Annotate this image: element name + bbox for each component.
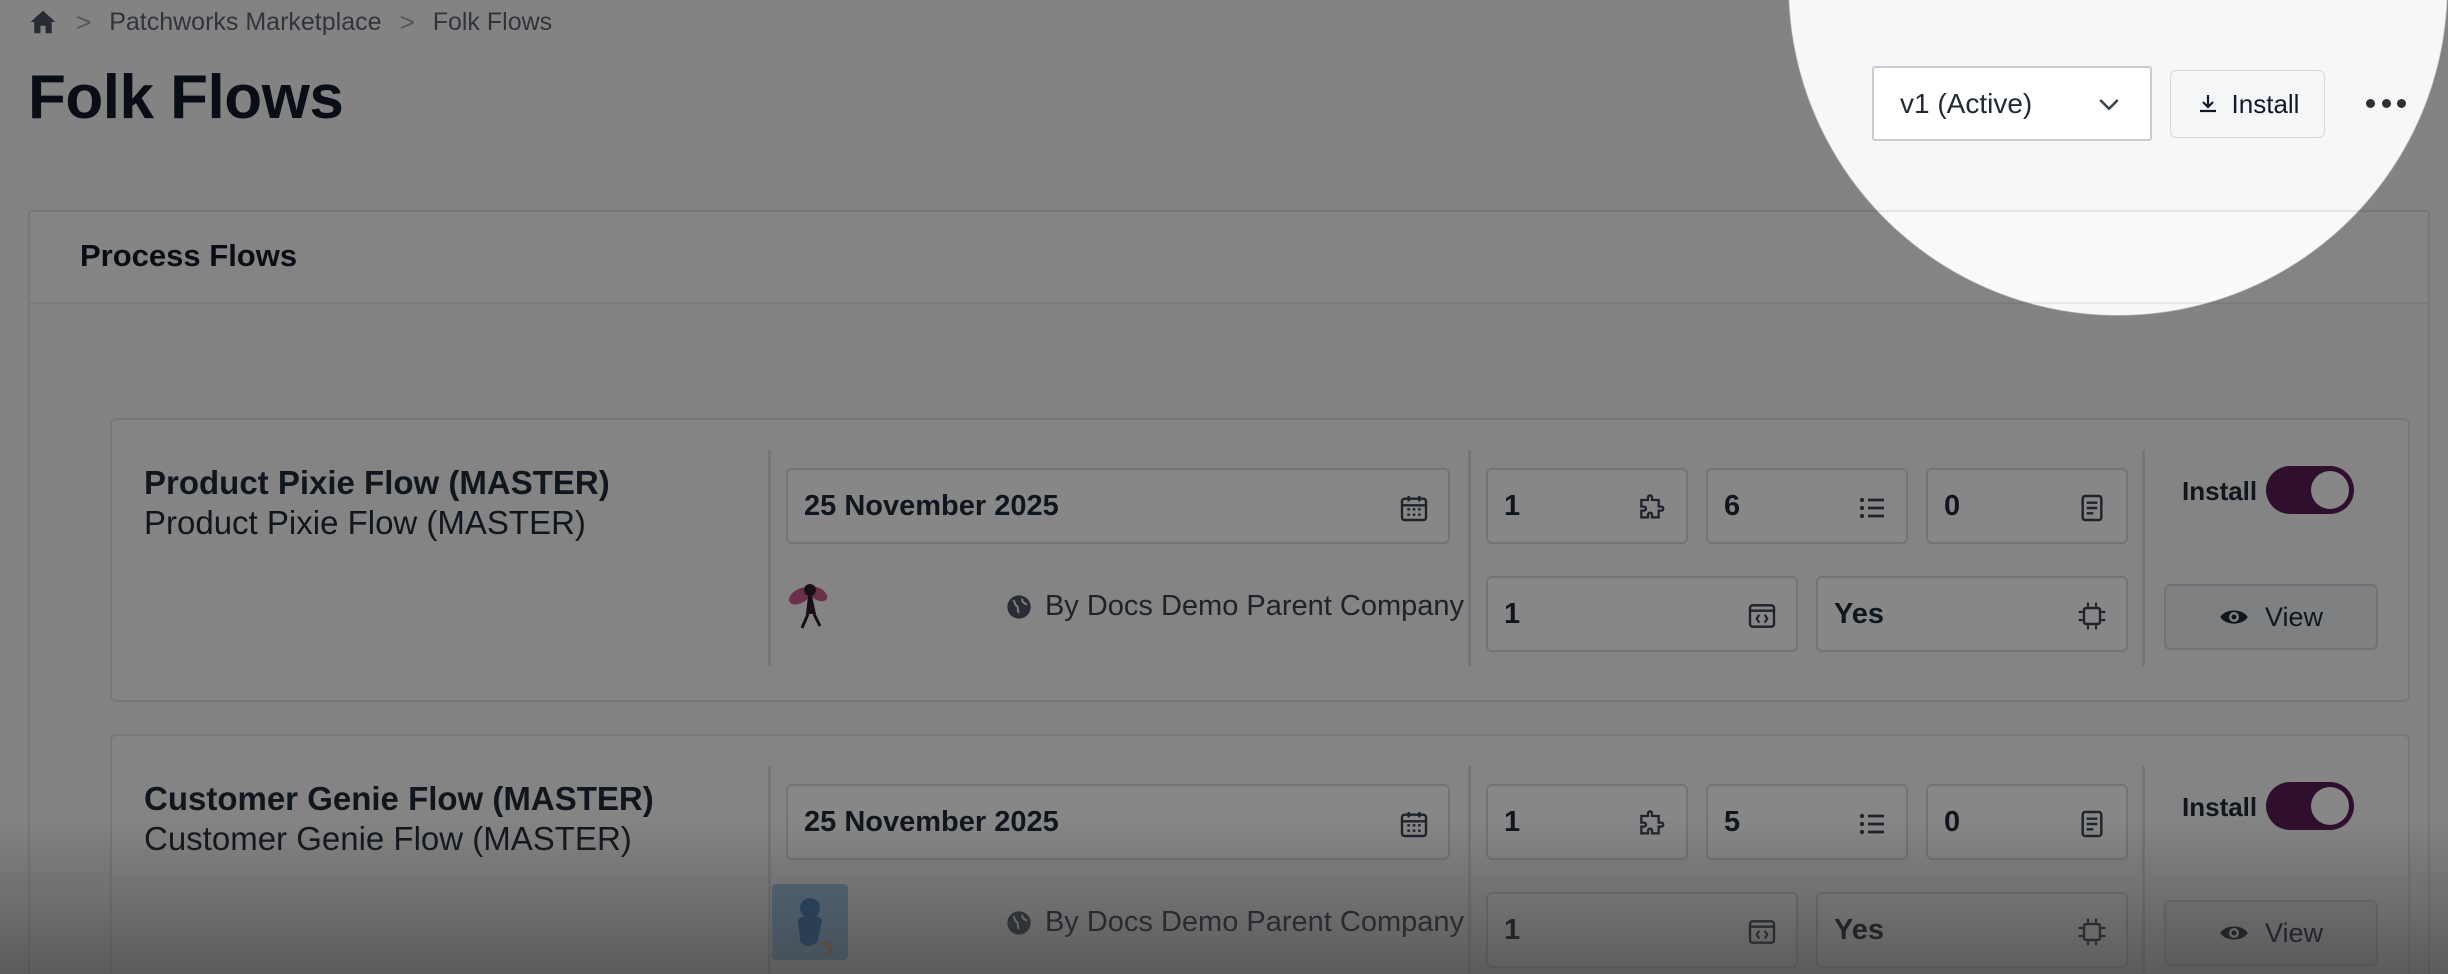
install-toggle[interactable]: [2266, 782, 2354, 830]
flow-subtitle: Customer Genie Flow (MASTER): [144, 820, 632, 857]
cache-stat: Yes: [1816, 576, 2128, 652]
cache-value: Yes: [1834, 597, 1884, 630]
version-select-value: v1 (Active): [1900, 87, 2033, 119]
byline: By Docs Demo Parent Company: [1005, 906, 1464, 939]
divider: [2142, 766, 2145, 974]
home-icon[interactable]: [28, 7, 58, 37]
document-icon: [2076, 808, 2108, 840]
steps-stat: 6: [1706, 468, 1908, 544]
breadcrumb-item-current: Folk Flows: [432, 7, 553, 36]
globe-icon: [1007, 910, 1031, 935]
flow-date: 25 November 2025: [804, 489, 1059, 522]
process-flows-panel: Process Flows Product Pixie Flow (MASTER…: [28, 210, 2430, 974]
list-icon: [1856, 808, 1888, 840]
code-window-icon: [1746, 916, 1778, 948]
steps-stat: 5: [1706, 784, 1908, 860]
divider: [768, 450, 771, 666]
panel-header: Process Flows: [30, 212, 2428, 304]
cache-chip-icon: [2076, 600, 2108, 632]
connectors-count: 1: [1504, 805, 1521, 838]
flow-subtitle: Product Pixie Flow (MASTER): [144, 504, 586, 541]
scripts-stat: 1: [1486, 892, 1798, 968]
cache-stat: Yes: [1816, 892, 2128, 968]
pixie-avatar: [772, 568, 848, 644]
page-title: Folk Flows: [28, 63, 344, 132]
install-button-label: Install: [2231, 88, 2300, 119]
flow-date: 25 November 2025: [804, 805, 1059, 838]
cache-value: Yes: [1834, 913, 1884, 946]
globe-icon: [1007, 594, 1031, 619]
docs-stat: 0: [1926, 468, 2128, 544]
calendar-icon: [1398, 808, 1430, 840]
install-toggle[interactable]: [2266, 466, 2354, 514]
steps-count: 5: [1724, 805, 1741, 838]
byline-text: By Docs Demo Parent Company: [1044, 906, 1464, 938]
connectors-stat: 1: [1486, 784, 1688, 860]
calendar-icon: [1398, 492, 1430, 524]
install-button[interactable]: Install: [2170, 70, 2325, 138]
date-field: 25 November 2025: [786, 784, 1450, 860]
flow-name: Product Pixie Flow (MASTER): [144, 464, 610, 501]
install-toggle-label: Install: [2182, 792, 2258, 822]
view-button[interactable]: View: [2164, 900, 2378, 966]
view-button-label: View: [2264, 601, 2324, 632]
date-field: 25 November 2025: [786, 468, 1450, 544]
connectors-stat: 1: [1486, 468, 1688, 544]
eye-icon: [2220, 610, 2248, 624]
divider: [1468, 766, 1471, 974]
flow-card: Product Pixie Flow (MASTER) Product Pixi…: [110, 418, 2410, 702]
puzzle-icon: [1636, 808, 1668, 840]
eye-icon: [2220, 926, 2248, 940]
chevron-down-icon: [2099, 99, 2119, 111]
download-icon: [2199, 95, 2216, 113]
breadcrumb-item-marketplace[interactable]: Patchworks Marketplace: [109, 8, 381, 37]
install-toggle-label: Install: [2182, 476, 2258, 506]
docs-count: 0: [1944, 489, 1961, 522]
flow-card: Customer Genie Flow (MASTER) Customer Ge…: [110, 734, 2410, 974]
document-icon: [2076, 492, 2108, 524]
cache-chip-icon: [2076, 916, 2108, 948]
page: > Patchworks Marketplace > Folk Flows Fo…: [0, 0, 2448, 974]
more-options-icon[interactable]: [2366, 88, 2406, 118]
breadcrumb: > Patchworks Marketplace > Folk Flows: [28, 6, 552, 38]
flow-name: Customer Genie Flow (MASTER): [144, 780, 654, 817]
byline: By Docs Demo Parent Company: [1005, 590, 1464, 623]
breadcrumb-separator-icon: >: [76, 6, 92, 37]
view-button[interactable]: View: [2164, 584, 2378, 650]
genie-avatar: [772, 884, 848, 960]
version-select[interactable]: v1 (Active): [1872, 66, 2152, 141]
divider: [2142, 450, 2145, 666]
scripts-count: 1: [1504, 913, 1521, 946]
scripts-stat: 1: [1486, 576, 1798, 652]
divider: [1468, 450, 1471, 666]
view-button-label: View: [2264, 917, 2324, 948]
list-icon: [1856, 492, 1888, 524]
docs-count: 0: [1944, 805, 1961, 838]
breadcrumb-separator-icon: >: [399, 6, 415, 37]
section-title: Process Flows: [80, 238, 298, 273]
code-window-icon: [1746, 600, 1778, 632]
byline-text: By Docs Demo Parent Company: [1044, 590, 1464, 622]
docs-stat: 0: [1926, 784, 2128, 860]
steps-count: 6: [1724, 489, 1741, 522]
divider: [768, 766, 771, 974]
puzzle-icon: [1636, 492, 1668, 524]
scripts-count: 1: [1504, 597, 1521, 630]
connectors-count: 1: [1504, 489, 1521, 522]
